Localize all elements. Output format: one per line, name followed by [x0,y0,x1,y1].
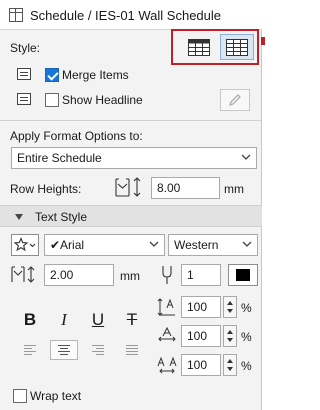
pen-color-swatch[interactable] [228,264,258,286]
callout-pointer [261,37,265,45]
style-label: Style: [10,41,41,55]
style-selector [171,29,259,65]
favorites-button[interactable] [11,234,39,256]
align-left-icon [24,345,36,355]
line-spacing-icon [157,298,175,316]
title-bar: Schedule / IES-01 Wall Schedule [0,0,262,30]
merge-items-icon [17,68,31,80]
edit-headline-button[interactable] [220,89,250,111]
align-right-button[interactable] [84,340,112,360]
row-height-icon [115,177,141,197]
char-width-icon [158,326,176,342]
strikethrough-button[interactable]: T [122,310,142,330]
headline-icon [17,93,31,105]
show-headline-label: Show Headline [62,93,143,107]
row-heights-unit: mm [224,182,244,196]
char-width-stepper[interactable] [223,325,237,347]
text-style-section-header[interactable]: Text Style [0,205,262,227]
chevron-down-icon [241,154,251,160]
style-grid-b-button[interactable] [220,34,254,60]
row-heights-label: Row Heights: [10,182,82,196]
separator [0,120,262,121]
apply-format-dropdown[interactable]: Entire Schedule [11,147,257,169]
row-heights-input[interactable]: 8.00 [151,177,220,199]
table-grid-icon [188,38,210,56]
align-center-icon [58,345,70,355]
chevron-down-icon [149,241,159,247]
wrap-text-checkbox[interactable] [13,389,27,403]
pencil-icon [229,94,241,106]
pen-input[interactable]: 1 [181,264,221,286]
align-justify-icon [126,345,138,355]
text-size-icon [11,266,35,283]
italic-button[interactable]: I [54,310,74,330]
char-spacing-icon [157,356,177,374]
script-dropdown[interactable]: Western [168,234,258,256]
char-spacing-input[interactable]: 100 [181,354,221,376]
schedule-settings-panel: Schedule / IES-01 Wall Schedule Style: M… [0,0,262,410]
apply-format-label: Apply Format Options to: [10,129,143,143]
font-dropdown[interactable]: ✔Arial [44,234,165,256]
line-spacing-stepper[interactable] [223,296,237,318]
merge-items-label: Merge Items [62,68,129,82]
underline-button[interactable]: U [88,310,108,330]
merge-items-checkbox[interactable] [45,68,59,82]
style-grid-a-button[interactable] [182,34,216,60]
collapse-triangle-icon [15,214,23,220]
align-left-button[interactable] [16,340,44,360]
chevron-down-icon [242,241,252,247]
script-value: Western [174,238,219,252]
font-value: ✔Arial [50,238,85,252]
show-headline-checkbox[interactable] [45,93,59,107]
apply-format-value: Entire Schedule [17,151,102,165]
align-right-icon [92,345,104,355]
bold-button[interactable]: B [20,310,40,330]
align-justify-button[interactable] [118,340,146,360]
line-spacing-unit: % [241,301,252,315]
line-spacing-input[interactable]: 100 [181,296,221,318]
char-width-unit: % [241,330,252,344]
char-spacing-stepper[interactable] [223,354,237,376]
char-spacing-unit: % [241,359,252,373]
char-width-input[interactable]: 100 [181,325,221,347]
text-style-label: Text Style [35,210,88,224]
schedule-icon [9,8,23,22]
star-dropdown-icon [14,237,36,252]
align-center-button[interactable] [50,340,78,360]
window-title: Schedule / IES-01 Wall Schedule [30,8,222,23]
pen-icon [162,266,172,284]
table-grid-full-icon [226,38,248,56]
wrap-text-label: Wrap text [30,389,82,403]
text-size-input[interactable]: 2.00 [44,264,114,286]
text-size-unit: mm [120,269,140,283]
